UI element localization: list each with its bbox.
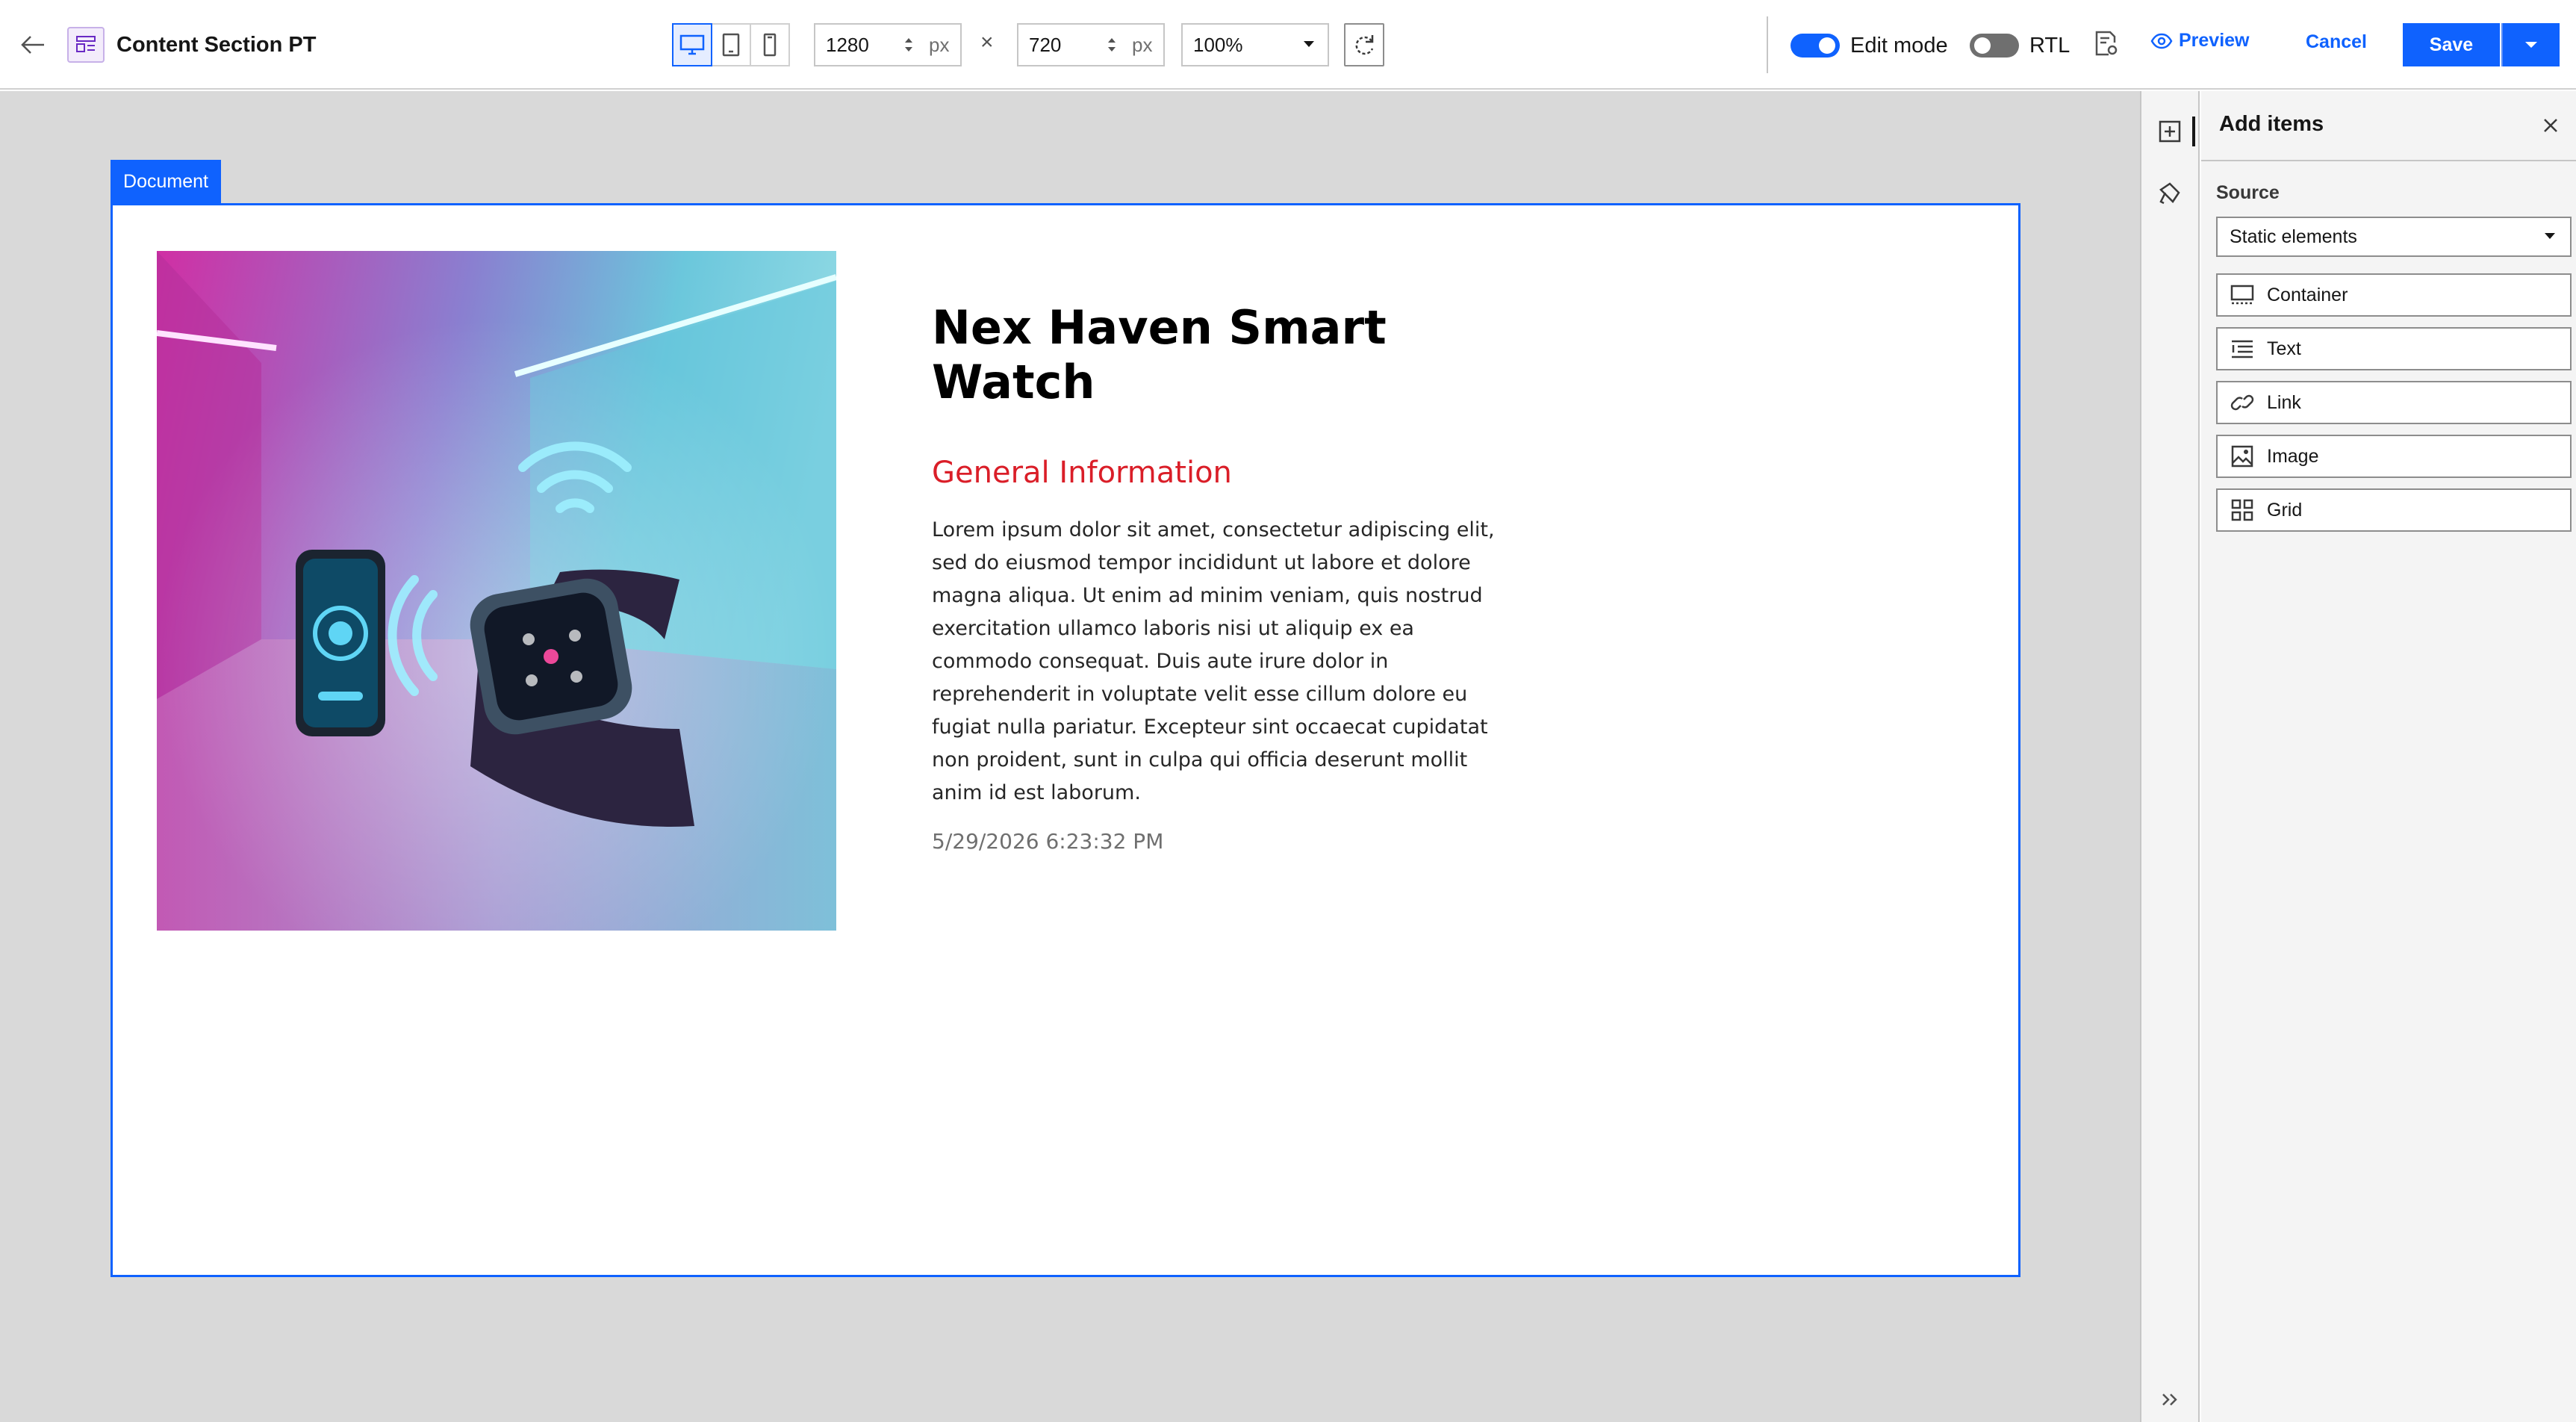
product-image[interactable] [157,251,836,931]
caret-down-icon [1304,41,1314,47]
grid-item[interactable]: Grid [2216,488,2572,532]
panel-title: Add items [2219,112,2324,136]
expand-panel-button[interactable] [2155,1386,2185,1413]
add-items-rail-button[interactable] [2155,115,2185,148]
section-heading[interactable]: General Information [932,456,1232,490]
text-icon [2230,336,2255,361]
mobile-icon [763,33,777,57]
zoom-select[interactable]: 100% [1181,23,1329,66]
tablet-icon [722,33,740,57]
link-icon [2230,390,2255,415]
width-value: 1280 [826,33,869,56]
stepper-icon [905,38,912,52]
edit-mode-toggle[interactable] [1791,34,1840,58]
caret-down-icon [2525,42,2537,48]
cancel-button[interactable]: Cancel [2306,31,2367,53]
arrow-left-icon [21,36,44,54]
document-tag[interactable]: Document [111,160,221,203]
source-label: Source [2216,182,2280,203]
desktop-view-button[interactable] [672,23,712,66]
body-text[interactable]: Lorem ipsum dolor sit amet, consectetur … [932,514,1499,810]
item-list: Container Text Link Image Grid [2216,273,2572,542]
height-input[interactable]: 720 px [1017,23,1165,66]
text-item[interactable]: Text [2216,327,2572,370]
edit-mode-label: Edit mode [1850,34,1948,58]
close-panel-button[interactable] [2536,111,2566,140]
height-unit: px [1132,33,1153,56]
desktop-icon [679,34,705,55]
image-item-label: Image [2267,445,2319,467]
eye-icon [2150,33,2173,49]
smartwatch-photo [157,251,836,931]
device-switcher [672,23,790,66]
rtl-label: RTL [2029,34,2071,58]
grid-item-label: Grid [2267,499,2303,521]
link-item[interactable]: Link [2216,381,2572,424]
caret-down-icon [2545,233,2555,239]
width-input[interactable]: 1280 px [814,23,962,66]
save-button[interactable]: Save [2403,23,2500,66]
text-item-label: Text [2267,338,2301,359]
width-unit: px [929,33,950,56]
preview-button[interactable]: Preview [2150,30,2250,52]
timestamp[interactable]: 5/29/2026 6:23:32 PM [932,829,1163,854]
stepper-icon [1108,38,1116,52]
mobile-view-button[interactable] [750,23,790,66]
height-value: 720 [1029,33,1062,56]
container-icon [2230,282,2255,308]
close-icon [2544,119,2557,132]
save-options-button[interactable] [2501,23,2560,66]
grid-icon [2230,497,2255,523]
container-item[interactable]: Container [2216,273,2572,317]
height-stepper[interactable] [1102,35,1121,55]
image-item[interactable]: Image [2216,435,2572,478]
styles-rail-button[interactable] [2155,176,2185,209]
width-stepper[interactable] [899,35,918,55]
add-box-icon [2159,120,2181,143]
tablet-view-button[interactable] [711,23,751,66]
toolbar-divider [1767,16,1768,73]
reset-view-button[interactable] [1344,23,1384,66]
paint-brush-icon [2159,182,2180,205]
content-section-icon [67,27,105,63]
preview-label: Preview [2179,30,2250,51]
zoom-value: 100% [1193,33,1243,56]
side-rail [2140,91,2200,1422]
container-item-label: Container [2267,284,2348,305]
source-value: Static elements [2230,226,2357,247]
rtl-toggle[interactable] [1970,34,2019,58]
page-settings-button[interactable] [2089,27,2124,61]
source-select[interactable]: Static elements [2216,217,2572,257]
double-chevron-right-icon [2162,1394,2177,1406]
link-item-label: Link [2267,391,2301,413]
image-icon [2230,444,2255,469]
back-button[interactable] [13,25,52,64]
dimension-separator: × [980,30,994,55]
active-rail-indicator [2192,117,2195,146]
product-title[interactable]: Nex Haven Smart Watch [932,300,1499,409]
document-settings-icon [2095,31,2118,56]
rotate-icon [1355,35,1374,55]
page-title: Content Section PT [116,33,317,57]
